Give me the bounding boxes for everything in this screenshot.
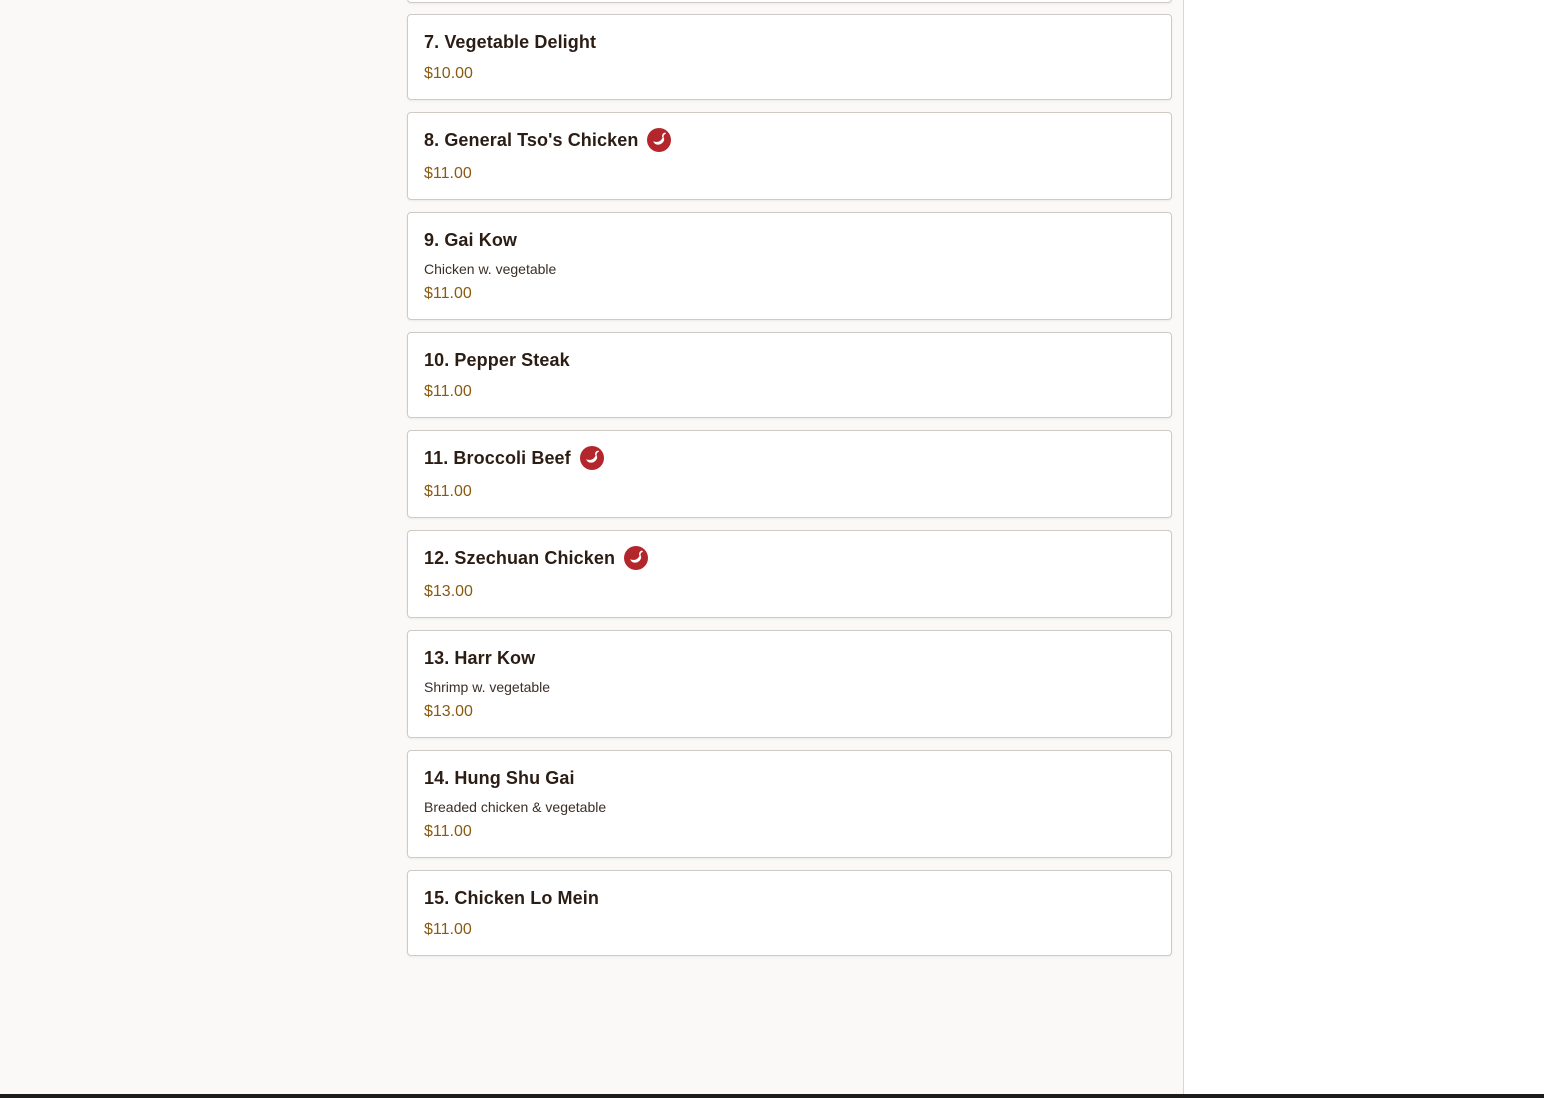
menu-item-price: $13.00: [424, 583, 473, 600]
menu-item-header: 8. General Tso's Chicken: [424, 128, 1155, 152]
chili-pepper-icon: [647, 128, 672, 152]
menu-item-price: $11.00: [424, 383, 472, 400]
menu-item-list: 7. Vegetable Delight $10.00 8. General Tso…: [407, 14, 1172, 956]
menu-item-card[interactable]: 10. Pepper Steak $11.00: [407, 332, 1172, 418]
menu-item-header: 13. Harr Kow: [424, 646, 1155, 670]
menu-item-name: 8. General Tso's Chicken: [424, 129, 639, 150]
menu-item-card[interactable]: 13. Harr Kow Shrimp w. vegetable $13.00: [407, 630, 1172, 738]
menu-item-card[interactable]: 9. Gai Kow Chicken w. vegetable $11.00: [407, 212, 1172, 320]
menu-item-card-partial[interactable]: [407, 0, 1172, 3]
menu-item-description: Chicken w. vegetable: [424, 261, 557, 277]
menu-item-name: 11. Broccoli Beef: [424, 447, 571, 468]
menu-item-card[interactable]: 8. General Tso's Chicken $11.00: [407, 112, 1172, 200]
menu-item-header: 12. Szechuan Chicken: [424, 546, 1155, 570]
bottom-edge-bar: [0, 1094, 1544, 1098]
menu-item-price: $11.00: [424, 823, 472, 840]
menu-item-name: 12. Szechuan Chicken: [424, 547, 616, 568]
menu-item-price: $11.00: [424, 165, 472, 182]
menu-item-header: 11. Broccoli Beef: [424, 446, 1155, 470]
menu-item-description: Breaded chicken & vegetable: [424, 799, 607, 815]
menu-item-name: 7. Vegetable Delight: [424, 31, 597, 52]
menu-item-name: 13. Harr Kow: [424, 647, 536, 668]
menu-item-name: 10. Pepper Steak: [424, 349, 570, 370]
page: 7. Vegetable Delight $10.00 8. General Tso…: [0, 0, 1544, 1098]
menu-item-header: 14. Hung Shu Gai: [424, 766, 1155, 790]
menu-item-price: $11.00: [424, 921, 472, 938]
menu-item-description: Shrimp w. vegetable: [424, 679, 551, 695]
menu-item-name: 15. Chicken Lo Mein: [424, 887, 599, 908]
chili-pepper-icon: [579, 446, 604, 470]
menu-item-header: 10. Pepper Steak: [424, 348, 1155, 372]
menu-item-card[interactable]: 7. Vegetable Delight $10.00: [407, 14, 1172, 100]
menu-item-price: $11.00: [424, 483, 472, 500]
menu-item-card[interactable]: 15. Chicken Lo Mein $11.00: [407, 870, 1172, 956]
menu-item-card[interactable]: 14. Hung Shu Gai Breaded chicken & vegeta…: [407, 750, 1172, 858]
menu-item-name: 14. Hung Shu Gai: [424, 767, 575, 788]
chili-pepper-icon: [624, 546, 649, 570]
menu-item-price: $13.00: [424, 703, 473, 720]
menu-item-header: 15. Chicken Lo Mein: [424, 886, 1155, 910]
menu-item-card[interactable]: 12. Szechuan Chicken $13.00: [407, 530, 1172, 618]
menu-item-name: 9. Gai Kow: [424, 229, 518, 250]
menu-item-card[interactable]: 11. Broccoli Beef $11.00: [407, 430, 1172, 518]
menu-item-header: 7. Vegetable Delight: [424, 30, 1155, 54]
menu-item-header: 9. Gai Kow: [424, 228, 1155, 252]
menu-item-price: $10.00: [424, 65, 473, 82]
right-panel: [1184, 0, 1544, 1094]
menu-item-price: $11.00: [424, 285, 472, 302]
